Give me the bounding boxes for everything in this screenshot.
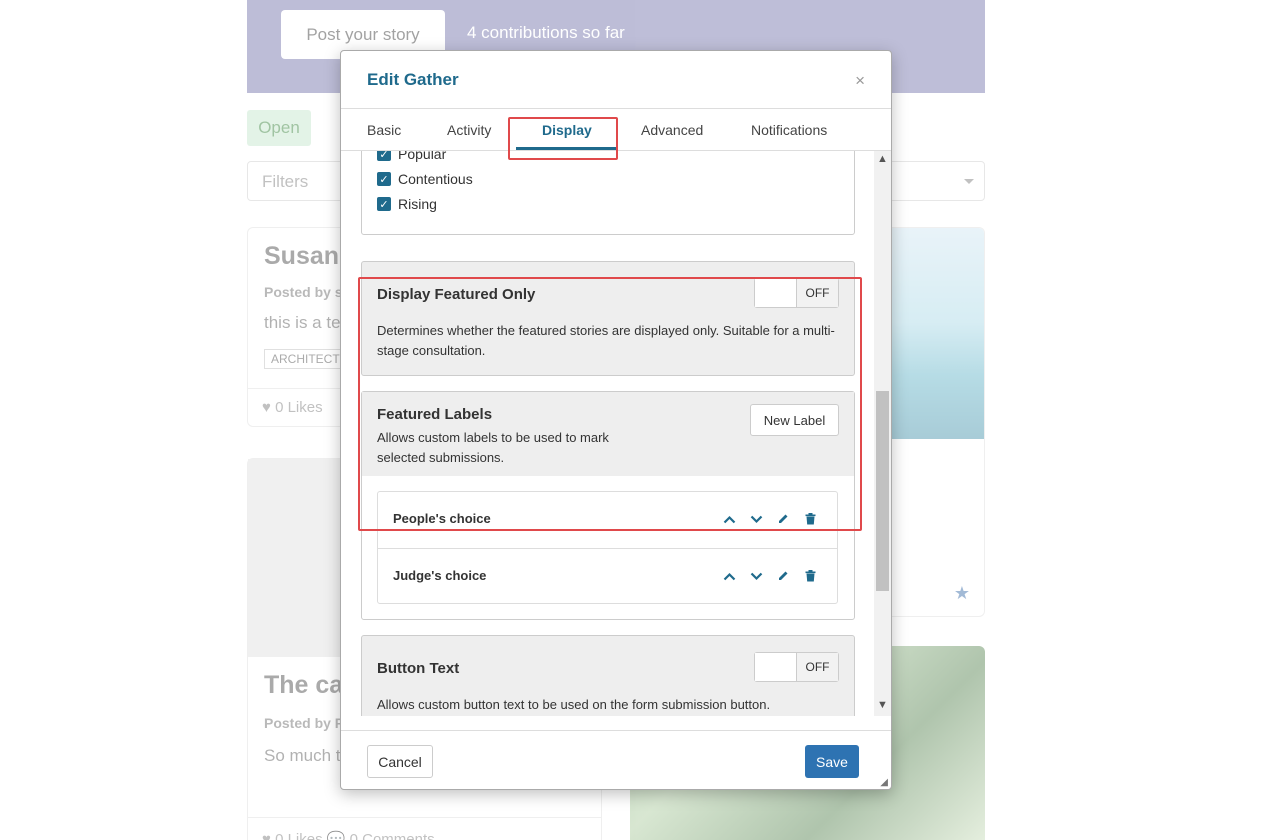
sort-option-label: Contentious: [398, 171, 473, 187]
toggle-state: OFF: [797, 653, 838, 681]
label-list: People's choice Judge's choice: [377, 491, 838, 604]
checkbox-checked-icon[interactable]: ✓: [377, 197, 391, 211]
tab-activity[interactable]: Activity: [447, 122, 491, 138]
featured-labels-header: Featured Labels Allows custom labels to …: [362, 392, 854, 476]
card-meta: Posted by s: [264, 284, 343, 300]
panel-title: Featured Labels: [377, 406, 493, 423]
sort-options-panel: ✓ Popular ✓ Contentious ✓ Rising: [361, 151, 855, 235]
edit-gather-modal: Edit Gather × Basic Activity Display Adv…: [340, 50, 892, 790]
sort-option-rising[interactable]: ✓ Rising: [377, 196, 437, 212]
contributions-count: 4 contributions so far: [467, 23, 625, 42]
resize-handle-icon[interactable]: ◢: [880, 777, 888, 788]
card-text: this is a te: [264, 313, 341, 332]
chevron-down-icon[interactable]: [749, 568, 763, 584]
save-button[interactable]: Save: [805, 745, 859, 778]
chevron-down-icon[interactable]: [749, 511, 763, 527]
close-icon[interactable]: ×: [855, 71, 865, 91]
display-featured-only-panel: Display Featured Only OFF Determines whe…: [361, 261, 855, 376]
tab-bar: Basic Activity Display Advanced Notifica…: [341, 109, 891, 151]
button-text-toggle[interactable]: OFF: [754, 652, 839, 682]
chevron-up-icon[interactable]: [722, 511, 736, 527]
label-row: Judge's choice: [378, 548, 837, 604]
trash-icon[interactable]: [803, 511, 817, 527]
label-name: People's choice: [393, 511, 491, 526]
label-row: People's choice: [378, 492, 837, 548]
new-label-button[interactable]: New Label: [750, 404, 839, 436]
active-tab-indicator: [516, 147, 616, 150]
panel-description: Allows custom button text to be used on …: [377, 697, 771, 712]
card-meta: Posted by P: [264, 715, 345, 731]
modal-title: Edit Gather: [367, 70, 459, 89]
star-icon[interactable]: ★: [954, 583, 970, 604]
trash-icon[interactable]: [803, 568, 817, 584]
modal-footer: Cancel Save ◢: [341, 730, 891, 791]
featured-only-toggle[interactable]: OFF: [754, 278, 839, 308]
tab-display[interactable]: Display: [542, 122, 592, 138]
pencil-icon[interactable]: [776, 568, 790, 584]
card-footer[interactable]: ♥ 0 Likes 💬 0 Comments: [248, 817, 601, 840]
filters-label: Filters: [262, 172, 309, 191]
label-actions: [722, 568, 817, 584]
page: Post your story 4 contributions so far O…: [0, 0, 1269, 840]
tab-notifications[interactable]: Notifications: [751, 122, 827, 138]
label-actions: [722, 511, 817, 527]
panel-description: Allows custom labels to be used to mark …: [377, 430, 609, 465]
panel-description: Determines whether the featured stories …: [377, 323, 835, 358]
status-badge: Open: [247, 110, 311, 146]
chevron-down-icon: [964, 179, 974, 184]
pencil-icon[interactable]: [776, 511, 790, 527]
chevron-up-icon[interactable]: ▲: [877, 153, 888, 165]
modal-body[interactable]: ✓ Popular ✓ Contentious ✓ Rising Display…: [341, 151, 891, 716]
button-text-panel: Button Text OFF Allows custom button tex…: [361, 635, 855, 716]
label-name: Judge's choice: [393, 568, 487, 583]
tab-advanced[interactable]: Advanced: [641, 122, 703, 138]
cancel-button[interactable]: Cancel: [367, 745, 433, 778]
card-title: The ca: [264, 671, 344, 699]
sort-option-popular[interactable]: ✓ Popular: [377, 151, 446, 162]
scrollbar-thumb[interactable]: [876, 391, 889, 591]
panel-title: Button Text: [377, 660, 460, 677]
sort-option-label: Rising: [398, 196, 437, 212]
card-title: Susan: [264, 242, 340, 270]
toggle-knob: [755, 653, 797, 681]
checkbox-checked-icon[interactable]: ✓: [377, 172, 391, 186]
toggle-knob: [755, 279, 797, 307]
sort-option-label: Popular: [398, 151, 447, 162]
chevron-down-icon[interactable]: ▼: [877, 699, 888, 711]
toggle-state: OFF: [797, 279, 838, 307]
vertical-scrollbar[interactable]: ▲ ▼: [874, 151, 891, 716]
chevron-up-icon[interactable]: [722, 568, 736, 584]
modal-header: Edit Gather ×: [341, 51, 891, 109]
checkbox-checked-icon[interactable]: ✓: [377, 151, 391, 161]
panel-title: Display Featured Only: [377, 286, 536, 303]
featured-labels-panel: Featured Labels Allows custom labels to …: [361, 391, 855, 620]
tab-basic[interactable]: Basic: [367, 122, 401, 138]
sort-option-contentious[interactable]: ✓ Contentious: [377, 171, 473, 187]
